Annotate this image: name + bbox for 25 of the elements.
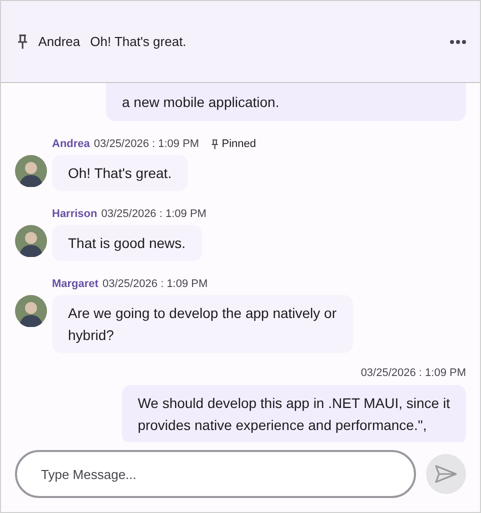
message-bubble: Oh! That's great. bbox=[52, 155, 188, 191]
avatar bbox=[15, 225, 47, 257]
avatar bbox=[15, 295, 47, 327]
message-bubble: a new mobile application. bbox=[106, 83, 466, 121]
message-bubble: That is good news. bbox=[52, 225, 202, 261]
message-time: 03/25/2026 : 1:09 PM bbox=[101, 208, 206, 220]
message-time: 03/25/2026 : 1:09 PM bbox=[360, 367, 466, 379]
pinned-label: Pinned bbox=[222, 138, 256, 150]
message-time: 03/25/2026 : 1:09 PM bbox=[94, 138, 200, 150]
message-time: 03/25/2026 : 1:09 PM bbox=[102, 278, 208, 290]
author-name: Harrison bbox=[52, 208, 98, 220]
author-name: Andrea bbox=[52, 138, 90, 150]
message-bubble: We should develop this app in .NET MAUI, since it provides native experience and performance.", bbox=[122, 385, 466, 442]
pinned-author: Andrea bbox=[38, 34, 80, 49]
message-input[interactable]: Type Message... bbox=[15, 450, 416, 498]
message-bubble: Are we going to develop the app natively or hybrid? bbox=[52, 295, 353, 353]
pin-icon bbox=[17, 34, 28, 50]
pinned-text: Oh! That's great. bbox=[90, 34, 186, 49]
pinned-message-banner[interactable]: Andrea Oh! That's great. bbox=[1, 1, 480, 83]
author-name: Margaret bbox=[52, 278, 98, 290]
pin-icon bbox=[211, 138, 219, 150]
avatar bbox=[15, 155, 47, 187]
send-icon bbox=[435, 465, 457, 483]
more-icon[interactable] bbox=[450, 40, 466, 44]
send-button[interactable] bbox=[426, 454, 466, 494]
